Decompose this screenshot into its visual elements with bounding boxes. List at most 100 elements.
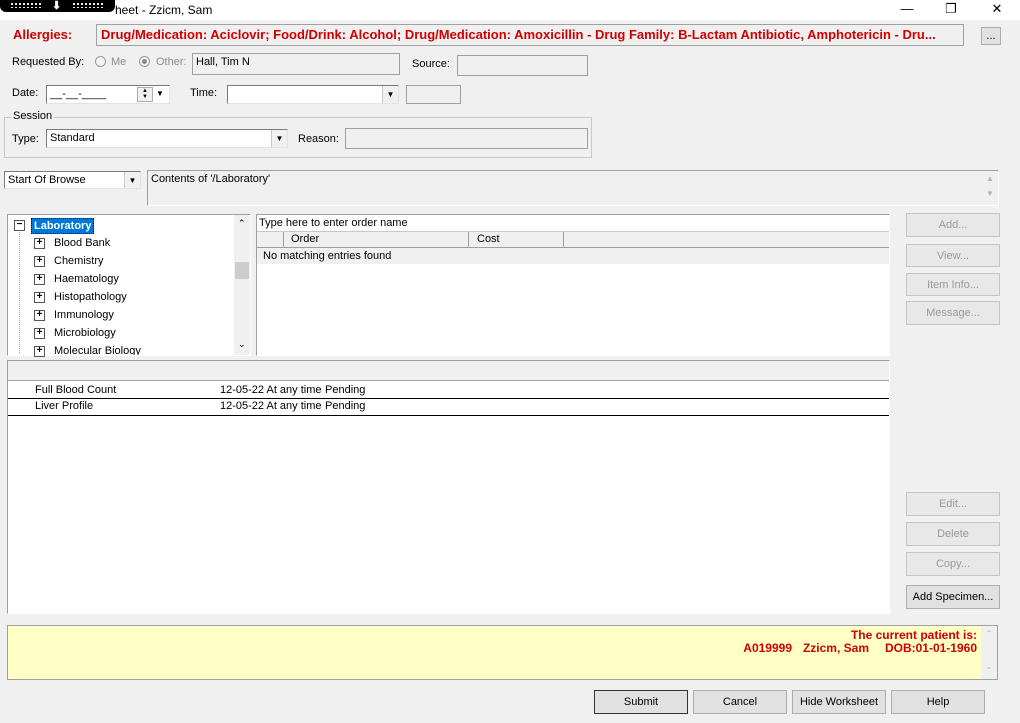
- expand-icon[interactable]: +: [34, 238, 45, 249]
- hide-worksheet-button[interactable]: Hide Worksheet: [792, 690, 886, 714]
- radio-me[interactable]: [95, 56, 106, 67]
- column-header-cost[interactable]: Cost: [477, 233, 500, 245]
- grip-icon: [10, 2, 42, 8]
- time-select[interactable]: ▼: [227, 85, 399, 104]
- tree-item-haematology[interactable]: Haematology: [54, 273, 119, 285]
- tree-item-blood-bank[interactable]: Blood Bank: [54, 237, 110, 249]
- patient-heading: The current patient is:: [850, 628, 977, 642]
- radio-me-label: Me: [111, 56, 127, 68]
- chevron-down-icon: ▼: [124, 172, 140, 188]
- time-extra-field: [406, 85, 461, 104]
- collapse-icon[interactable]: −: [14, 220, 25, 231]
- order-search-panel: Type here to enter order name Order Cost…: [256, 214, 890, 356]
- tree-line: [19, 225, 20, 353]
- expand-icon[interactable]: +: [34, 274, 45, 285]
- arrow-down-icon[interactable]: ⬇: [52, 0, 61, 12]
- tree-item-laboratory[interactable]: Laboratory: [31, 218, 95, 234]
- expand-icon[interactable]: +: [34, 256, 45, 267]
- expand-icon[interactable]: +: [34, 328, 45, 339]
- chevron-up-icon[interactable]: ⌃: [238, 218, 246, 229]
- category-tree[interactable]: − Laboratory + Blood Bank + Chemistry + …: [7, 214, 251, 357]
- cancel-button[interactable]: Cancel: [693, 690, 787, 714]
- window-title: heet - Zzicm, Sam: [115, 3, 213, 17]
- restore-button[interactable]: ❐: [928, 0, 974, 20]
- allergies-field: Drug/Medication: Aciclovir; Food/Drink: …: [96, 24, 964, 46]
- column-header-order[interactable]: Order: [291, 233, 319, 245]
- requested-by-label: Requested By:: [12, 56, 85, 68]
- item-info-button[interactable]: Item Info...: [906, 273, 1000, 296]
- message-button[interactable]: Message...: [906, 301, 1000, 325]
- browse-scrollbar[interactable]: ▲ ▼: [982, 171, 998, 205]
- tree-item-microbiology[interactable]: Microbiology: [54, 327, 116, 339]
- orders-list[interactable]: Full Blood Count 12-05-22 At any time Pe…: [7, 360, 890, 614]
- patient-scrollbar[interactable]: ⌃ ⌄: [981, 626, 997, 679]
- empty-message: No matching entries found: [257, 248, 889, 264]
- add-specimen-button[interactable]: Add Specimen...: [906, 585, 1000, 609]
- patient-id: A019999: [743, 641, 792, 655]
- order-grid-header: Order Cost: [257, 232, 889, 248]
- order-status: Pending: [325, 400, 366, 412]
- list-item[interactable]: Full Blood Count 12-05-22 At any time Pe…: [8, 382, 889, 399]
- order-name: Full Blood Count: [35, 384, 117, 396]
- tree-item-chemistry[interactable]: Chemistry: [54, 255, 104, 267]
- order-name: Liver Profile: [35, 400, 94, 412]
- delete-button[interactable]: Delete: [906, 522, 1000, 546]
- order-search-input[interactable]: Type here to enter order name: [257, 215, 889, 232]
- edit-button[interactable]: Edit...: [906, 492, 1000, 516]
- tree-item-molecular-biology[interactable]: Molecular Biology: [54, 345, 141, 355]
- date-dropdown-icon[interactable]: ▼: [153, 87, 167, 102]
- browse-select[interactable]: Start Of Browse ▼: [4, 171, 141, 189]
- order-status: Pending: [325, 384, 366, 396]
- session-type-value: Standard: [50, 132, 95, 144]
- tree-item-histopathology[interactable]: Histopathology: [54, 291, 127, 303]
- browse-contents: Contents of '/Laboratory' ▲ ▼: [147, 170, 999, 206]
- add-button[interactable]: Add...: [906, 213, 1000, 237]
- source-field[interactable]: [457, 55, 588, 76]
- scrollbar-thumb[interactable]: [235, 262, 249, 279]
- session-type-label: Type:: [12, 133, 39, 145]
- submit-button[interactable]: Submit: [594, 690, 688, 714]
- reason-label: Reason:: [298, 133, 339, 145]
- minimize-button[interactable]: —: [884, 0, 930, 20]
- chevron-down-icon[interactable]: ⌄: [981, 662, 997, 671]
- screen-overlay-toolbar[interactable]: ⬇: [0, 0, 115, 12]
- list-item[interactable]: Liver Profile 12-05-22 At any time Pendi…: [8, 399, 889, 416]
- tree-scrollbar[interactable]: ⌃ ⌄: [234, 215, 250, 355]
- date-spinner[interactable]: ▲ ▼: [137, 87, 153, 102]
- session-type-select[interactable]: Standard ▼: [46, 129, 288, 148]
- view-button[interactable]: View...: [906, 244, 1000, 267]
- source-label: Source:: [412, 58, 450, 70]
- close-button[interactable]: ✕: [974, 0, 1020, 20]
- requested-by-field: Hall, Tim N: [192, 53, 400, 75]
- reason-field[interactable]: [345, 128, 588, 149]
- chevron-up-icon[interactable]: ⌃: [981, 629, 997, 638]
- tree-item-immunology[interactable]: Immunology: [54, 309, 114, 321]
- patient-dob: DOB:01-01-1960: [884, 641, 977, 655]
- allergies-more-button[interactable]: ...: [981, 27, 1001, 45]
- chevron-down-icon: ▼: [382, 86, 398, 103]
- chevron-down-icon[interactable]: ⌄: [238, 339, 246, 350]
- date-value: __-__-____: [50, 88, 107, 100]
- date-label: Date:: [12, 87, 39, 99]
- time-label: Time:: [190, 87, 218, 99]
- patient-name: Zzicm, Sam: [802, 641, 869, 655]
- grip-icon: [72, 2, 104, 8]
- radio-other[interactable]: [139, 56, 150, 67]
- expand-icon[interactable]: +: [34, 292, 45, 303]
- order-when: 12-05-22 At any time: [220, 384, 322, 396]
- session-group-label: Session: [11, 110, 55, 122]
- column-divider: [563, 232, 564, 247]
- browse-select-value: Start Of Browse: [8, 174, 86, 186]
- expand-icon[interactable]: +: [34, 310, 45, 321]
- help-button[interactable]: Help: [891, 690, 985, 714]
- column-divider: [468, 232, 469, 247]
- expand-icon[interactable]: +: [34, 346, 45, 357]
- radio-other-label: Other:: [156, 56, 187, 68]
- browse-contents-text: Contents of '/Laboratory': [151, 173, 271, 185]
- allergies-label: Allergies:: [13, 27, 73, 42]
- date-field[interactable]: __-__-____ ▲ ▼ ▼: [46, 85, 170, 104]
- orders-list-header: [8, 361, 889, 381]
- copy-button[interactable]: Copy...: [906, 552, 1000, 576]
- row-selector-header: [257, 232, 284, 247]
- order-when: 12-05-22 At any time: [220, 400, 322, 412]
